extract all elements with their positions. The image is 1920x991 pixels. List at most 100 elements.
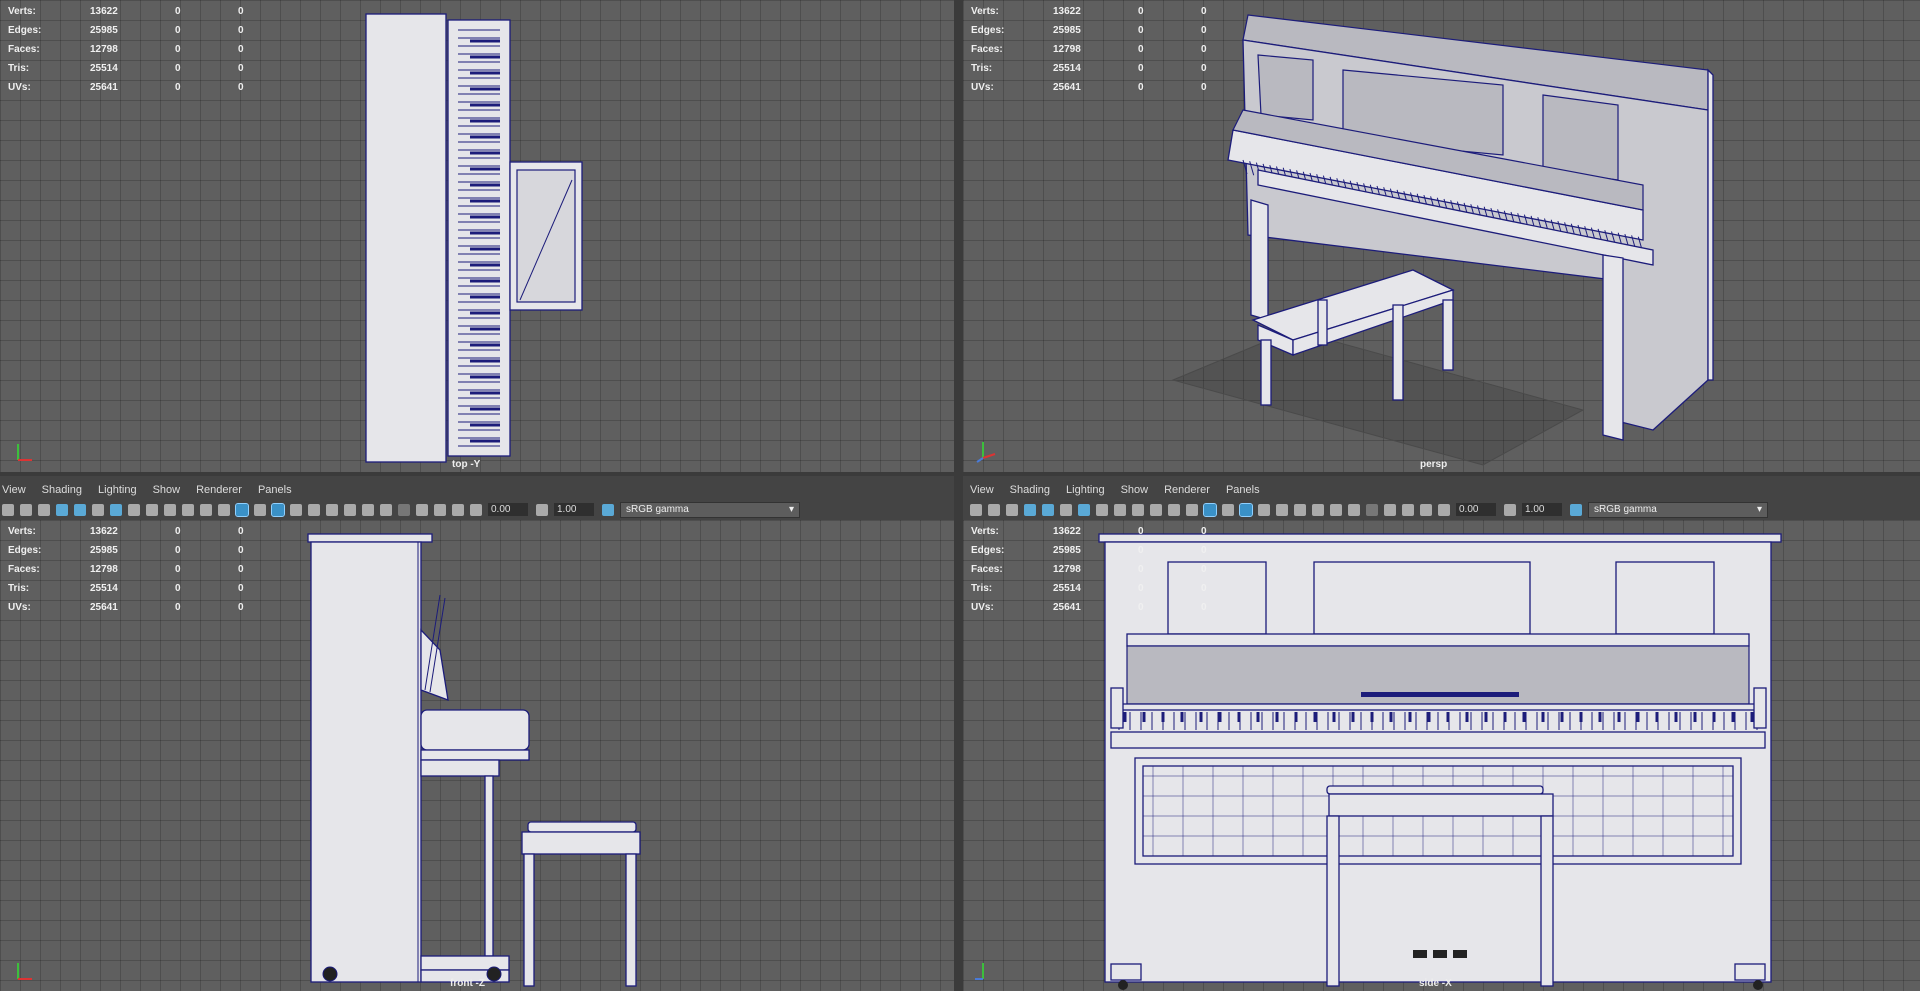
motion-blur-icon[interactable]: [1330, 503, 1342, 516]
menu-shading[interactable]: Shading: [1010, 484, 1050, 496]
xray-icon[interactable]: [1258, 503, 1270, 516]
menu-renderer[interactable]: Renderer: [1164, 484, 1210, 496]
camera-attributes-icon[interactable]: [988, 503, 1000, 516]
menu-lighting[interactable]: Lighting: [1066, 484, 1105, 496]
gate-mask-icon[interactable]: [164, 503, 176, 516]
gamma-field[interactable]: [554, 503, 594, 516]
viewport-label-front: front -Z: [450, 978, 485, 989]
viewport-front[interactable]: Verts: 13622 0 0 Edges: 25985 0 0 Faces: 12798 0…: [0, 520, 954, 991]
color-space-dropdown[interactable]: sRGB gamma ▾: [620, 501, 800, 518]
axis-gizmo-icon: [976, 442, 996, 463]
viewport-persp[interactable]: Verts: 13622 0 0 Edges: 25985 0 0 Faces: 12798 0…: [963, 0, 1920, 472]
exposure-field[interactable]: [488, 503, 528, 516]
motion-blur-icon[interactable]: [362, 503, 374, 516]
xray-active-icon[interactable]: [1420, 503, 1432, 516]
wireframe-icon[interactable]: [218, 503, 230, 516]
anti-aliasing-icon[interactable]: [1348, 503, 1360, 516]
viewport-label-persp: persp: [1420, 459, 1448, 470]
resolution-gate-icon[interactable]: [146, 503, 158, 516]
ambient-occlusion-icon[interactable]: [344, 503, 356, 516]
default-material-icon[interactable]: [1222, 503, 1234, 516]
shadows-icon[interactable]: [1294, 503, 1306, 516]
menu-show[interactable]: Show: [1121, 484, 1149, 496]
color-management-icon[interactable]: [1570, 503, 1582, 516]
depth-of-field-icon[interactable]: [398, 503, 410, 516]
menu-panels[interactable]: Panels: [1226, 484, 1260, 496]
color-management-icon[interactable]: [602, 503, 614, 516]
axis-gizmo-icon: [17, 963, 32, 980]
viewport-top[interactable]: Verts: 13622 0 0 Edges: 25985 0 0 Faces: 12798 0…: [0, 0, 954, 472]
default-material-icon[interactable]: [254, 503, 266, 516]
field-chart-icon[interactable]: [182, 503, 194, 516]
viewport-label-top: top -Y: [452, 459, 481, 470]
xray-icon[interactable]: [290, 503, 302, 516]
image-plane-icon[interactable]: [56, 503, 68, 516]
menu-view[interactable]: View: [970, 484, 994, 496]
xray-active-icon[interactable]: [452, 503, 464, 516]
xray-joints-icon[interactable]: [1402, 503, 1414, 516]
exposure-field[interactable]: [1456, 503, 1496, 516]
menu-show[interactable]: Show: [153, 484, 181, 496]
exposure-icon: [470, 503, 482, 516]
gamma-icon: [1504, 503, 1516, 516]
viewport-side[interactable]: Verts: 13622 0 0 Edges: 25985 0 0 Faces: 12798 0…: [963, 520, 1920, 991]
safe-action-icon[interactable]: [1168, 503, 1180, 516]
use-all-lights-icon[interactable]: [1276, 503, 1288, 516]
gamma-icon: [536, 503, 548, 516]
grid-icon[interactable]: [110, 503, 122, 516]
menu-view[interactable]: View: [2, 484, 26, 496]
poly-stats-hud: Verts: 13622 0 0 Edges: 25985 0 0 Faces: 12798 0…: [971, 6, 1207, 93]
smooth-shade-icon[interactable]: [235, 502, 249, 517]
grease-pencil-icon[interactable]: [1060, 503, 1072, 516]
wireframe-on-shaded-icon[interactable]: [271, 502, 285, 517]
grid-icon[interactable]: [1078, 503, 1090, 516]
panel-toolbar: sRGB gamma ▾: [2, 500, 800, 519]
panel-toolbar: sRGB gamma ▾: [970, 500, 1768, 519]
menu-renderer[interactable]: Renderer: [196, 484, 242, 496]
panel-header-front: View Shading Lighting Show Renderer Pane…: [0, 476, 954, 520]
wireframe-on-shaded-icon[interactable]: [1239, 502, 1253, 517]
field-chart-icon[interactable]: [1150, 503, 1162, 516]
select-camera-icon[interactable]: [2, 503, 14, 516]
isolate-select-icon[interactable]: [416, 503, 428, 516]
film-gate-icon[interactable]: [128, 503, 140, 516]
shadows-icon[interactable]: [326, 503, 338, 516]
panel-menubar: View Shading Lighting Show Renderer Pane…: [2, 481, 308, 499]
xray-joints-icon[interactable]: [434, 503, 446, 516]
menu-shading[interactable]: Shading: [42, 484, 82, 496]
gate-mask-icon[interactable]: [1132, 503, 1144, 516]
axis-gizmo-icon: [17, 444, 32, 461]
color-space-value: sRGB gamma: [1594, 504, 1657, 515]
menu-lighting[interactable]: Lighting: [98, 484, 137, 496]
panel-header-side: View Shading Lighting Show Renderer Pane…: [963, 476, 1920, 520]
viewport-divider-vertical[interactable]: [954, 0, 963, 991]
bookmark-icon[interactable]: [1006, 503, 1018, 516]
chevron-down-icon: ▾: [1756, 504, 1762, 515]
film-gate-icon[interactable]: [1096, 503, 1108, 516]
gamma-field[interactable]: [1522, 503, 1562, 516]
menu-panels[interactable]: Panels: [258, 484, 292, 496]
axis-gizmo-icon: [975, 963, 984, 980]
use-all-lights-icon[interactable]: [308, 503, 320, 516]
two-d-pan-icon[interactable]: [1042, 503, 1054, 516]
bookmark-icon[interactable]: [38, 503, 50, 516]
viewport-label-side: side -X: [1419, 978, 1452, 989]
isolate-select-icon[interactable]: [1384, 503, 1396, 516]
wireframe-icon[interactable]: [1186, 503, 1198, 516]
resolution-gate-icon[interactable]: [1114, 503, 1126, 516]
select-camera-icon[interactable]: [970, 503, 982, 516]
safe-action-icon[interactable]: [200, 503, 212, 516]
ambient-occlusion-icon[interactable]: [1312, 503, 1324, 516]
smooth-shade-icon[interactable]: [1203, 502, 1217, 517]
camera-attributes-icon[interactable]: [20, 503, 32, 516]
image-plane-icon[interactable]: [1024, 503, 1036, 516]
grease-pencil-icon[interactable]: [92, 503, 104, 516]
two-d-pan-icon[interactable]: [74, 503, 86, 516]
panel-menubar: View Shading Lighting Show Renderer Pane…: [970, 481, 1276, 499]
anti-aliasing-icon[interactable]: [380, 503, 392, 516]
chevron-down-icon: ▾: [788, 504, 794, 515]
depth-of-field-icon[interactable]: [1366, 503, 1378, 516]
color-space-dropdown[interactable]: sRGB gamma ▾: [1588, 501, 1768, 518]
color-space-value: sRGB gamma: [626, 504, 689, 515]
poly-stats-hud: Verts: 13622 0 0 Edges: 25985 0 0 Faces: 12798 0…: [8, 6, 244, 93]
